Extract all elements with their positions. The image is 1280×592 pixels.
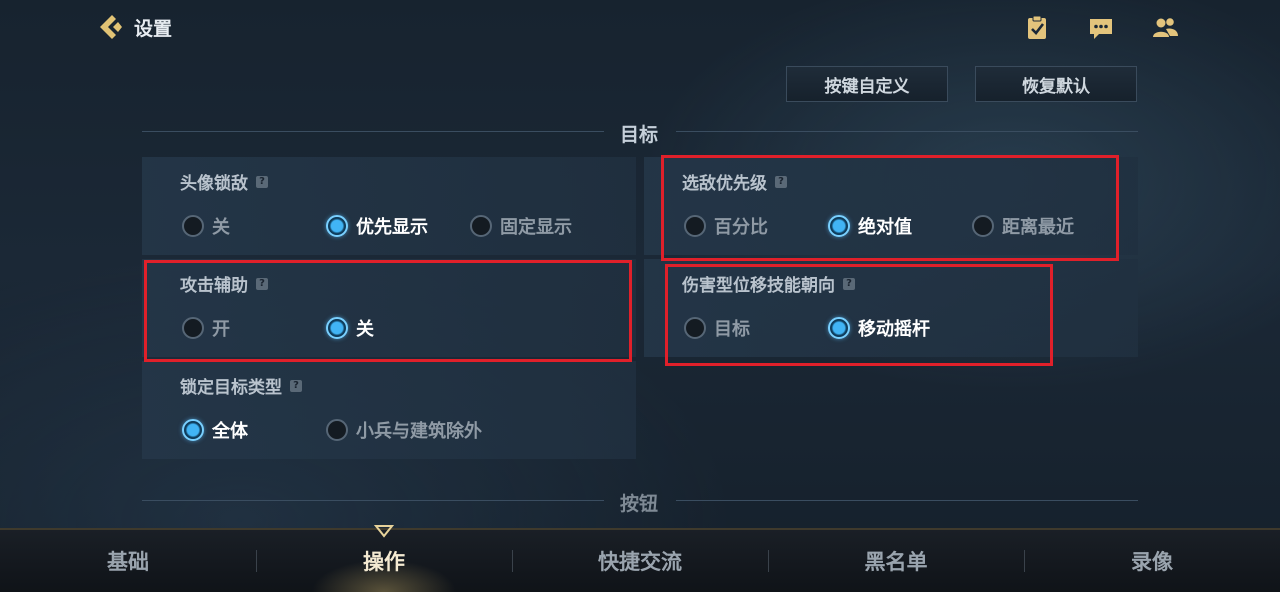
radio-unselected-icon bbox=[182, 215, 204, 237]
section-divider-left bbox=[142, 131, 604, 132]
back-arrow-icon[interactable] bbox=[96, 12, 126, 42]
highlight-box-attack-assist bbox=[144, 260, 632, 362]
option-all[interactable]: 全体 bbox=[182, 417, 248, 443]
radio-unselected-icon bbox=[326, 419, 348, 441]
help-icon[interactable]: ? bbox=[290, 379, 302, 392]
restore-default-button[interactable]: 恢复默认 bbox=[975, 66, 1137, 102]
top-bar: 设置 bbox=[0, 0, 1280, 56]
tab-operation[interactable]: 操作 bbox=[256, 530, 512, 592]
section-divider-left bbox=[142, 500, 604, 501]
option-exclude-minions-buildings[interactable]: 小兵与建筑除外 bbox=[326, 417, 482, 443]
panel-label: 头像锁敌 ? bbox=[180, 169, 268, 194]
radio-selected-icon bbox=[182, 419, 204, 441]
task-checklist-icon[interactable] bbox=[1023, 14, 1051, 42]
tab-blacklist[interactable]: 黑名单 bbox=[768, 530, 1024, 592]
radio-unselected-icon bbox=[470, 215, 492, 237]
highlight-box-dash-direction bbox=[665, 264, 1053, 366]
section-title-target: 目标 bbox=[620, 124, 659, 146]
panel-lock-target-type: 锁定目标类型 ? 全体 小兵与建筑除外 bbox=[142, 361, 636, 459]
option-priority-display[interactable]: 优先显示 bbox=[326, 213, 428, 239]
tab-basic[interactable]: 基础 bbox=[0, 530, 256, 592]
section-divider-right bbox=[676, 131, 1138, 132]
customize-keys-button[interactable]: 按键自定义 bbox=[786, 66, 948, 102]
section-divider-right bbox=[676, 500, 1138, 501]
option-fixed-display[interactable]: 固定显示 bbox=[470, 213, 572, 239]
chat-icon[interactable] bbox=[1087, 14, 1115, 42]
radio-selected-icon bbox=[326, 215, 348, 237]
active-tab-caret-icon bbox=[374, 525, 394, 538]
page-title: 设置 bbox=[134, 18, 173, 40]
tab-quick-chat[interactable]: 快捷交流 bbox=[512, 530, 768, 592]
friends-icon[interactable] bbox=[1151, 14, 1179, 42]
panel-lock-by-avatar: 头像锁敌 ? 关 优先显示 固定显示 bbox=[142, 157, 636, 255]
panel-label: 锁定目标类型 ? bbox=[180, 373, 302, 398]
section-title-buttons: 按钮 bbox=[620, 493, 659, 515]
bottom-tab-bar: 基础 操作 快捷交流 黑名单 录像 bbox=[0, 528, 1280, 592]
option-off[interactable]: 关 bbox=[182, 213, 230, 239]
help-icon[interactable]: ? bbox=[256, 175, 268, 188]
highlight-box-enemy-priority bbox=[661, 155, 1119, 261]
tab-recording[interactable]: 录像 bbox=[1024, 530, 1280, 592]
